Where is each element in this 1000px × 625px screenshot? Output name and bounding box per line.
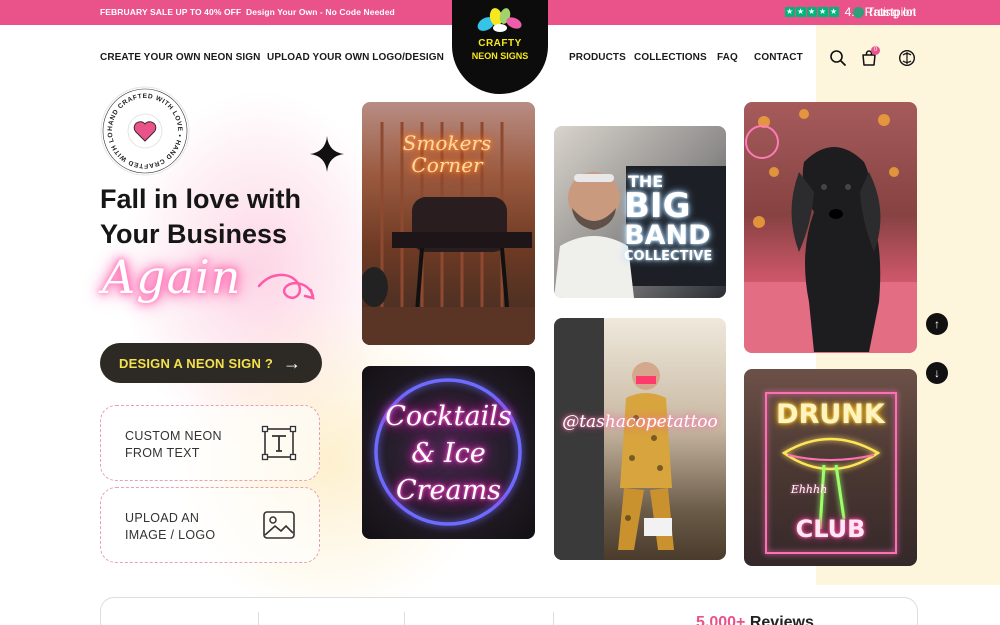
option-label-line-1: CUSTOM NEON [125,429,222,443]
dog-illustration [744,109,917,353]
nav-upload-logo[interactable]: UPLOAD YOUR OWN LOGO/DESIGN [267,52,444,63]
option-label-line-2: IMAGE / LOGO [125,528,216,542]
image-icon [263,511,295,539]
rating-stars: ★ ★ ★ ★ ★ [784,7,839,17]
photo-tattoo-studio: @tashacopetattoo [554,318,726,560]
star-icon: ★ [817,7,828,17]
reviews-count: 5,000+ [696,614,746,625]
logo-splash-icon [477,8,522,32]
logo-line-1: CRAFTY [478,38,522,49]
neon-text-line: COLLECTIVE [624,249,713,264]
hero-title-line-1: Fall in love with [100,184,302,214]
photo-dog [744,102,917,353]
option-label-line-1: UPLOAD AN [125,511,200,525]
nav-faq[interactable]: FAQ [717,52,738,63]
photo-big-band: THE BIG BAND COLLECTIVE [554,126,726,298]
hero-script-again: Again [102,250,242,304]
nav-products[interactable]: PRODUCTS [569,52,626,63]
trustpilot-label: Trustpilot [867,5,916,19]
option-label: CUSTOM NEON FROM TEXT [125,428,245,462]
neon-text-line: BAND [624,220,711,251]
arrow-down-icon: ↓ [934,366,940,380]
cart-count-badge: 0 [871,46,880,55]
star-icon: ★ [795,7,806,17]
nav-create-neon[interactable]: CREATE YOUR OWN NEON SIGN [100,52,260,63]
trustpilot-link[interactable]: Trustpilot [853,5,916,19]
site-logo[interactable]: CRAFTY NEON SIGNS [452,0,548,94]
option-label: UPLOAD AN IMAGE / LOGO [125,510,245,544]
promo-design-text[interactable]: Design Your Own - No Code Needed [246,7,395,17]
neon-text-line: & Ice [411,438,486,469]
divider [404,612,405,625]
divider [553,612,554,625]
neon-drunk: DRUNK [776,399,885,430]
neon-text-line: Cocktails [385,401,512,432]
reviews-label: Reviews [749,614,814,625]
cart-button[interactable]: 0 [860,46,880,69]
handcrafted-badge: HAND CRAFTED WITH LOVE • HAND CRAFTED WI… [100,86,190,176]
neon-text-line: BIG [624,186,691,226]
neon-smokers-corner: Smokers Corner [392,132,502,176]
text-icon [261,425,297,461]
scroll-down-button[interactable]: ↓ [926,362,948,384]
sparkle-icon [310,136,344,172]
custom-neon-text-option[interactable]: CUSTOM NEON FROM TEXT [100,405,320,481]
photo-smokers-corner: Smokers Corner [362,102,535,345]
divider [258,612,259,625]
photo-cocktails: Cocktails & Ice Creams [362,366,535,539]
design-neon-sign-button[interactable]: DESIGN A NEON SIGN ? → [100,343,322,383]
star-icon: ★ [784,7,795,17]
hero-title: Fall in love with Your Business [100,182,350,252]
neon-big-band: THE BIG BAND COLLECTIVE [624,174,724,265]
arrow-right-icon: → [283,353,301,373]
option-label-line-2: FROM TEXT [125,446,200,460]
star-icon: ★ [828,7,839,17]
neon-tattoo: @tashacopetattoo [562,412,718,432]
neon-text-line: Smokers [402,131,492,155]
scroll-up-button[interactable]: ↑ [926,313,948,335]
currency-icon[interactable] [898,49,916,67]
neon-ehhhh: Ehhhh [790,483,828,496]
promo-sale-text[interactable]: FEBRUARY SALE UP TO 40% OFF [100,7,241,17]
person-illustration [554,318,674,560]
logo-line-2: NEON SIGNS [471,51,529,61]
neon-cocktails: Cocktails & Ice Creams [362,398,535,509]
hero-title-line-2: Your Business [100,219,288,249]
arrow-up-icon: ↑ [934,317,940,331]
photo-drunk-club: DRUNK Ehhhh CLUB [744,369,917,566]
search-icon[interactable] [829,49,847,67]
cta-label: DESIGN A NEON SIGN ? [119,355,273,371]
star-icon: ★ [806,7,817,17]
nav-contact[interactable]: CONTACT [754,52,803,63]
neon-text-line: Creams [395,475,502,506]
upload-image-option[interactable]: UPLOAD AN IMAGE / LOGO [100,487,320,563]
neon-text-line: Corner [411,153,483,177]
nav-collections[interactable]: COLLECTIONS [634,52,707,63]
neon-club: CLUB [795,515,866,543]
reviews-summary: 5,000+ Reviews [696,614,814,625]
swirl-arrow-icon [257,273,315,300]
trustpilot-icon [853,6,864,18]
